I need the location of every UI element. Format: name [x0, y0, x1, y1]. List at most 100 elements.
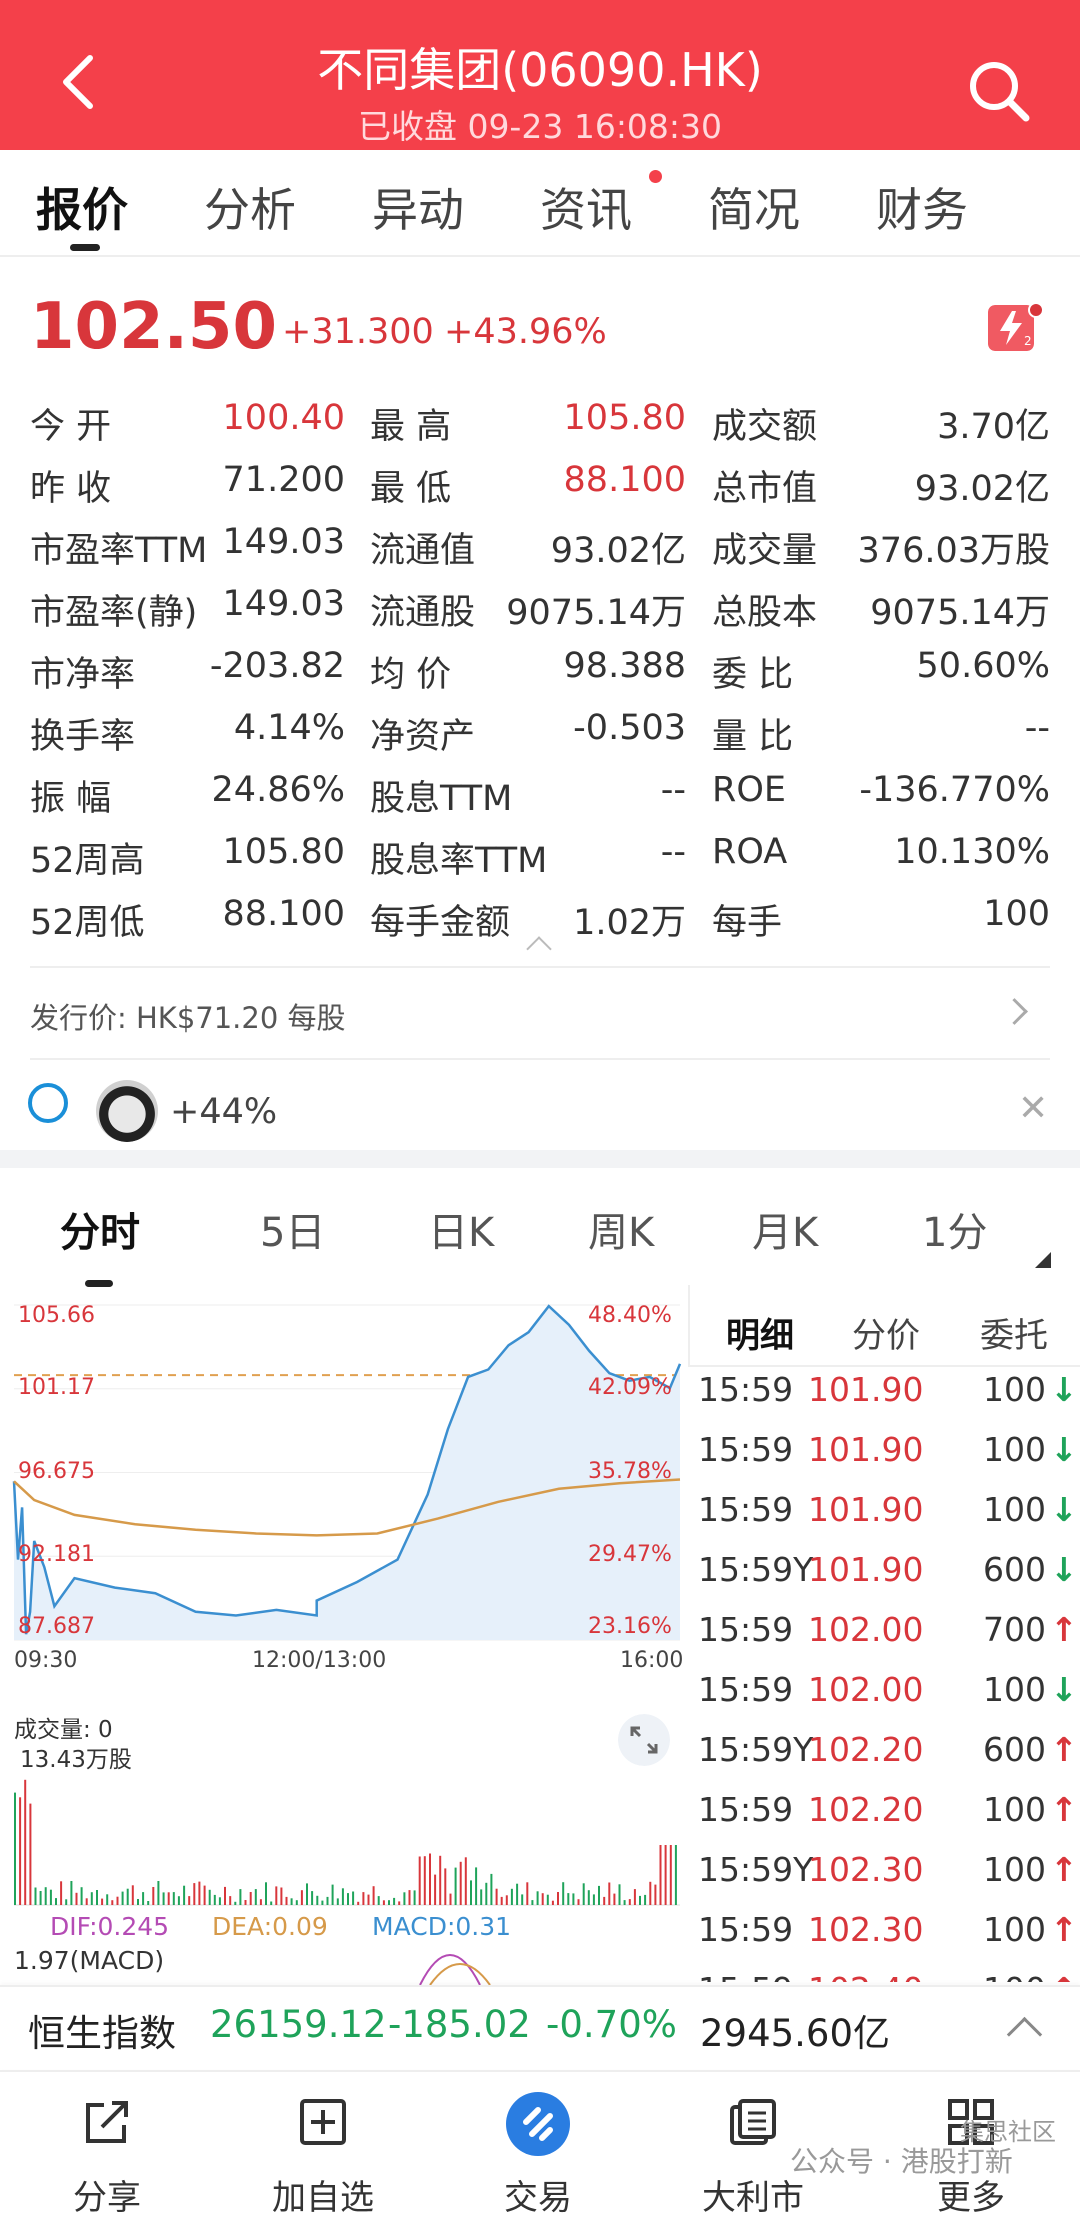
- tick-row: 15:59 102.40 100 ↑: [690, 1962, 1080, 1982]
- volume-bar: [55, 1898, 57, 1905]
- stat-value: 93.02亿: [550, 531, 686, 571]
- tick-volume: 700: [983, 1610, 1046, 1649]
- ticks-tab-price[interactable]: 分价: [852, 1308, 920, 1357]
- nav-watchlist-label[interactable]: 加自选: [243, 2170, 403, 2219]
- arrow-down-icon: ↓: [1050, 1430, 1078, 1469]
- market-icon[interactable]: [728, 2097, 778, 2147]
- chart-tab-5day[interactable]: 5日: [260, 1200, 325, 1258]
- nav-trade-label[interactable]: 交易: [458, 2170, 618, 2219]
- stat-label: 昨 收: [30, 469, 112, 509]
- y-tick-right: 35.78%: [588, 1458, 672, 1484]
- volume-bar: [429, 1853, 431, 1905]
- chart-tab-1min[interactable]: 1分: [922, 1200, 987, 1258]
- trade-icon[interactable]: [506, 2092, 570, 2156]
- ticks-list[interactable]: 15:59 101.90 100 ↓ 15:59 101.90 100 ↓ 15:59 101.9…: [690, 1362, 1080, 1982]
- volume-bar: [352, 1891, 355, 1905]
- stat-value: 1.02万: [573, 903, 686, 943]
- tab-movement[interactable]: 异动: [372, 174, 464, 240]
- ticks-tab-detail[interactable]: 明细: [726, 1308, 794, 1357]
- volume-bar: [311, 1891, 314, 1905]
- close-icon[interactable]: ✕: [1018, 1088, 1048, 1129]
- stat-label: 最 高: [370, 407, 452, 447]
- tab-news[interactable]: 资讯: [540, 174, 632, 240]
- tab-finance[interactable]: 财务: [876, 174, 968, 240]
- search-icon[interactable]: [966, 58, 1032, 124]
- y-tick-left: 92.181: [18, 1542, 95, 1568]
- tick-time: 15:59: [698, 1430, 794, 1469]
- volume-bar: [603, 1896, 606, 1905]
- tick-time: 15:59: [698, 1790, 794, 1829]
- volume-bar: [172, 1892, 175, 1905]
- volume-bar: [418, 1856, 421, 1905]
- volume-bar: [90, 1892, 93, 1905]
- volume-bar: [142, 1892, 145, 1905]
- y-tick-left: 87.687: [18, 1614, 95, 1639]
- stat-label: 52周低: [30, 903, 145, 943]
- stat-value: 105.80: [563, 398, 686, 438]
- macd-value: MACD:0.31: [372, 1912, 512, 1941]
- arrow-down-icon: ↓: [1050, 1670, 1078, 1709]
- tick-volume: 100: [966, 1970, 1046, 1982]
- tab-analysis[interactable]: 分析: [204, 174, 296, 240]
- tick-row: 15:59Y 102.20 600 ↑: [690, 1722, 1080, 1782]
- price-change: +31.300: [282, 312, 434, 352]
- intraday-chart[interactable]: [0, 1285, 688, 1985]
- volume-bar: [34, 1887, 37, 1905]
- volume-bar: [121, 1891, 124, 1905]
- volume-bar: [326, 1896, 329, 1905]
- community-change: +44%: [170, 1092, 278, 1132]
- stat-label: 每手: [712, 903, 783, 943]
- lightning-icon[interactable]: 2: [988, 305, 1034, 351]
- comment-icon[interactable]: [28, 1083, 68, 1123]
- chevron-right-icon[interactable]: [1001, 998, 1028, 1025]
- issue-price[interactable]: 发行价: HK$71.20 每股: [30, 995, 346, 1037]
- volume-bar: [300, 1890, 303, 1905]
- volume-bar: [434, 1874, 437, 1905]
- stat-value: 9075.14万: [870, 593, 1050, 633]
- volume-bar: [526, 1882, 529, 1905]
- share-icon[interactable]: [82, 2097, 132, 2147]
- volume-bar: [444, 1868, 447, 1905]
- chart-tab-daily[interactable]: 日K: [428, 1200, 494, 1258]
- tab-quote[interactable]: 报价: [36, 174, 128, 240]
- volume-bar: [80, 1887, 83, 1905]
- volume-bar: [403, 1892, 406, 1905]
- watermark-text-2: 集思社区: [960, 2118, 1056, 2146]
- volume-bar: [582, 1883, 585, 1905]
- tab-profile[interactable]: 简况: [708, 174, 800, 240]
- volume-bar: [587, 1890, 590, 1905]
- avatar[interactable]: [96, 1080, 158, 1142]
- tick-time: 15:59Y: [698, 1550, 814, 1589]
- chart-tab-monthly[interactable]: 月K: [752, 1200, 818, 1258]
- volume-bar: [439, 1855, 442, 1905]
- volume-bar: [357, 1901, 360, 1905]
- tick-price: 102.20: [808, 1790, 924, 1829]
- tick-row: 15:59Y 102.30 100 ↑: [690, 1842, 1080, 1902]
- svg-text:2: 2: [1024, 334, 1032, 348]
- volume-bar: [639, 1895, 641, 1905]
- expand-icon[interactable]: [618, 1714, 670, 1766]
- tick-price: 101.90: [808, 1370, 924, 1409]
- volume-bar: [131, 1885, 134, 1905]
- y-tick-left: 105.66: [18, 1303, 95, 1328]
- volume-bar: [316, 1895, 319, 1905]
- chart-tab-weekly[interactable]: 周K: [588, 1200, 654, 1258]
- chart-tab-intraday[interactable]: 分时: [60, 1200, 140, 1258]
- ticks-tab-orders[interactable]: 委托: [980, 1308, 1048, 1357]
- chart-settings-triangle-icon[interactable]: [1035, 1252, 1051, 1268]
- add-watchlist-icon[interactable]: [298, 2097, 348, 2147]
- volume-bar: [167, 1892, 170, 1905]
- volume-bar: [623, 1900, 626, 1905]
- volume-bar: [393, 1897, 396, 1905]
- stat-value: -203.82: [209, 646, 345, 686]
- volume-bar: [347, 1893, 349, 1905]
- volume-bar: [562, 1882, 565, 1905]
- volume-bar: [628, 1899, 631, 1905]
- stat-label: 委 比: [712, 655, 794, 695]
- nav-share-label[interactable]: 分享: [27, 2170, 187, 2219]
- volume-bar: [495, 1888, 498, 1905]
- y-tick-right: 42.09%: [588, 1374, 672, 1400]
- index-turnover: 2945.60亿: [700, 2012, 891, 2055]
- volume-bar: [24, 1779, 27, 1905]
- stat-label: 总股本: [712, 593, 818, 633]
